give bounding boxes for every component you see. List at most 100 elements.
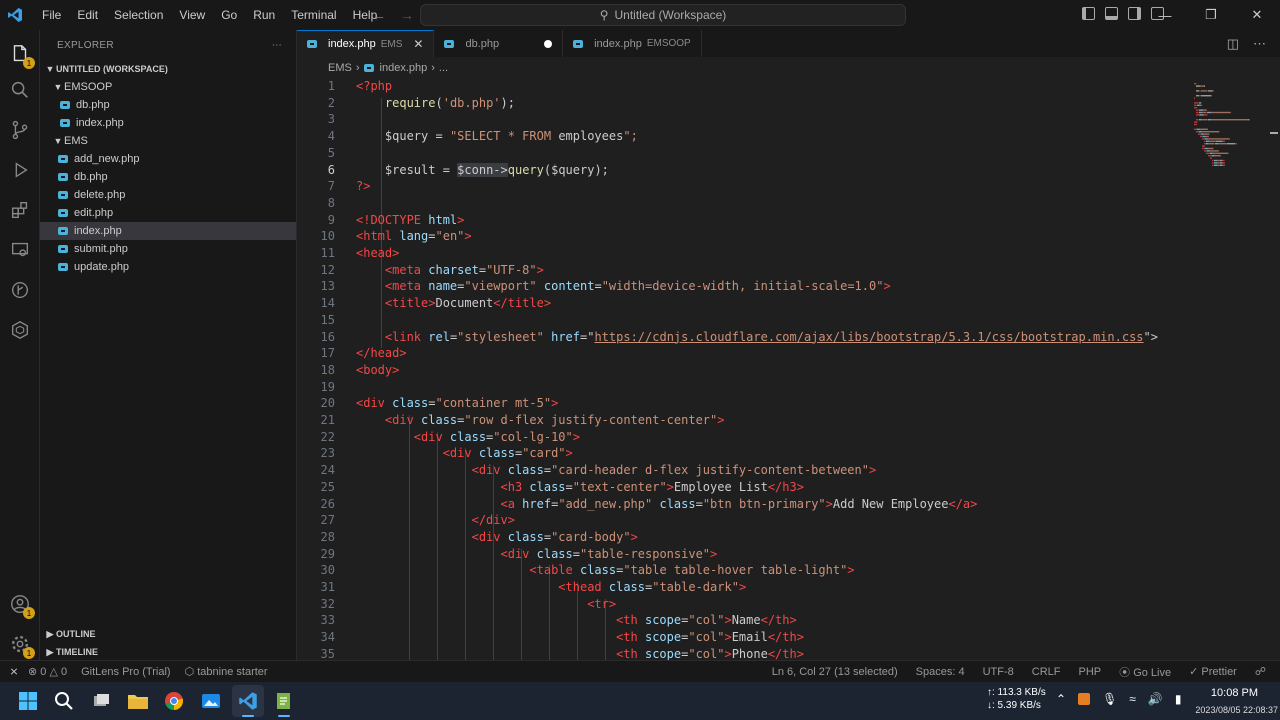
- code-line[interactable]: <meta name="viewport" content="width=dev…: [356, 279, 891, 293]
- remote-explorer-icon[interactable]: [8, 238, 32, 262]
- menu-item-selection[interactable]: Selection: [106, 8, 171, 22]
- toggle-panel-icon[interactable]: [1105, 7, 1118, 20]
- menu-item-edit[interactable]: Edit: [69, 8, 106, 22]
- code-line[interactable]: <th scope="col">Name</th>: [356, 613, 797, 627]
- chevron-up-icon[interactable]: ⌃: [1056, 692, 1066, 706]
- code-line[interactable]: ?>: [356, 179, 370, 193]
- tabnine-status[interactable]: ⬡ tabnine starter: [185, 665, 268, 678]
- code-line[interactable]: <body>: [356, 363, 399, 377]
- outline-section[interactable]: ▶ OUTLINE: [40, 625, 297, 643]
- toggle-secondary-sidebar-icon[interactable]: [1128, 7, 1141, 20]
- code-line[interactable]: <html lang="en">: [356, 229, 472, 243]
- gitlens-icon[interactable]: [8, 278, 32, 302]
- code-line[interactable]: <div class="card-header d-flex justify-c…: [356, 463, 877, 477]
- close-tab-icon[interactable]: ✕: [413, 37, 423, 51]
- breadcrumb-folder[interactable]: EMS: [328, 62, 352, 74]
- minimap[interactable]: [1192, 79, 1272, 199]
- code-line[interactable]: $result = $conn->query($query);: [356, 162, 609, 177]
- code-line[interactable]: <meta charset="UTF-8">: [356, 263, 544, 277]
- timeline-section[interactable]: ▶ TIMELINE: [40, 643, 297, 661]
- workspace-header[interactable]: ▼ UNTITLED (WORKSPACE): [40, 60, 296, 78]
- code-line[interactable]: $query = "SELECT * FROM employees";: [356, 129, 638, 143]
- close-window-icon[interactable]: ✕: [1234, 0, 1280, 30]
- toggle-primary-sidebar-icon[interactable]: [1082, 7, 1095, 20]
- photos-icon[interactable]: [195, 685, 227, 717]
- file-item[interactable]: add_new.php: [40, 150, 296, 168]
- windows-start-icon[interactable]: [12, 685, 44, 717]
- indentation[interactable]: Spaces: 4: [916, 666, 965, 678]
- code-line[interactable]: <div class="card">: [356, 446, 573, 460]
- microphone-icon[interactable]: 🎙: [1102, 692, 1117, 706]
- forward-arrow-icon[interactable]: →: [400, 7, 414, 23]
- code-line[interactable]: <tr>: [356, 597, 616, 611]
- code-line[interactable]: <title>Document</title>: [356, 296, 551, 310]
- language-mode[interactable]: PHP: [1079, 666, 1102, 678]
- code-line[interactable]: <div class="card-body">: [356, 530, 638, 544]
- end-of-line[interactable]: CRLF: [1032, 666, 1061, 678]
- search-view-icon[interactable]: [8, 78, 32, 102]
- prettier-button[interactable]: ✓ Prettier: [1189, 665, 1237, 678]
- accounts-icon[interactable]: 1: [8, 592, 35, 619]
- wifi-icon[interactable]: ≈: [1129, 692, 1136, 706]
- vscode-taskbar-icon[interactable]: [232, 685, 264, 717]
- tab-index-php[interactable]: index.php EMS ✕: [297, 30, 435, 57]
- clock[interactable]: 10:08 PM: [1211, 686, 1258, 700]
- vertical-scrollbar[interactable]: [1266, 79, 1280, 659]
- code-line[interactable]: <div class="col-lg-10">: [356, 430, 580, 444]
- file-explorer-icon[interactable]: [122, 685, 154, 717]
- file-item[interactable]: submit.php: [40, 240, 296, 258]
- menu-item-terminal[interactable]: Terminal: [283, 8, 344, 22]
- code-line[interactable]: <div class="row d-flex justify-content-c…: [356, 413, 725, 427]
- file-item[interactable]: edit.php: [40, 204, 296, 222]
- volume-icon[interactable]: 🔊: [1148, 692, 1163, 706]
- code-line[interactable]: <a href="add_new.php" class="btn btn-pri…: [356, 497, 977, 511]
- chrome-icon[interactable]: [158, 685, 190, 717]
- battery-icon[interactable]: ▮: [1175, 692, 1182, 706]
- restore-icon[interactable]: ❐: [1188, 0, 1234, 30]
- encoding[interactable]: UTF-8: [983, 666, 1014, 678]
- file-item[interactable]: update.php: [40, 258, 296, 276]
- tabnine-icon[interactable]: [8, 318, 32, 342]
- run-debug-icon[interactable]: [8, 158, 32, 182]
- remote-indicator-icon[interactable]: ⨯: [0, 661, 28, 683]
- code-line[interactable]: <div class="table-responsive">: [356, 547, 717, 561]
- code-line[interactable]: <link rel="stylesheet" href="https://cdn…: [356, 330, 1158, 344]
- file-item[interactable]: delete.php: [40, 186, 296, 204]
- cursor-position[interactable]: Ln 6, Col 27 (13 selected): [772, 666, 898, 678]
- taskbar-search-icon[interactable]: [48, 685, 80, 717]
- menu-item-run[interactable]: Run: [245, 8, 283, 22]
- code-line[interactable]: <!DOCTYPE html>: [356, 213, 464, 227]
- code-line[interactable]: <h3 class="text-center">Employee List</h…: [356, 480, 803, 494]
- notepadpp-icon[interactable]: [268, 685, 300, 717]
- file-item[interactable]: db.php: [40, 96, 296, 114]
- tab-index-php[interactable]: index.php EMSOOP: [563, 30, 702, 57]
- file-item[interactable]: index.php: [40, 222, 296, 240]
- problems-indicator[interactable]: ⊗ 0 △ 0: [28, 665, 67, 678]
- code-line[interactable]: <thead class="table-dark">: [356, 580, 746, 594]
- code-line[interactable]: <head>: [356, 246, 399, 260]
- code-line[interactable]: </div>: [356, 513, 515, 527]
- code-line[interactable]: <th scope="col">Phone</th>: [356, 647, 804, 661]
- breadcrumb-symbol[interactable]: ...: [439, 62, 448, 74]
- source-control-icon[interactable]: [8, 118, 32, 142]
- menu-item-go[interactable]: Go: [213, 8, 245, 22]
- task-view-icon[interactable]: [85, 685, 117, 717]
- menu-item-view[interactable]: View: [171, 8, 213, 22]
- minimize-icon[interactable]: —: [1142, 0, 1188, 30]
- extensions-icon[interactable]: [8, 198, 32, 222]
- code-line[interactable]: <th scope="col">Email</th>: [356, 630, 804, 644]
- go-live-button[interactable]: ⦿ Go Live: [1119, 664, 1171, 680]
- menu-item-file[interactable]: File: [34, 8, 69, 22]
- explorer-icon[interactable]: 1: [8, 42, 35, 69]
- folder-emsoop[interactable]: ▼ EMSOOP: [40, 78, 296, 96]
- tab-db-php[interactable]: db.php: [434, 30, 564, 57]
- gitlens-status[interactable]: GitLens Pro (Trial): [81, 666, 170, 678]
- code-line[interactable]: require('db.php');: [356, 96, 515, 110]
- breadcrumb-file[interactable]: index.php: [380, 62, 428, 74]
- code-line[interactable]: <div class="container mt-5">: [356, 396, 558, 410]
- more-actions-icon[interactable]: ⋯: [1253, 36, 1266, 52]
- folder-ems[interactable]: ▼ EMS: [40, 132, 296, 150]
- command-center[interactable]: ⚲ Untitled (Workspace): [420, 4, 906, 26]
- app-tray-icon[interactable]: [1078, 693, 1091, 705]
- back-arrow-icon[interactable]: ←: [372, 7, 386, 23]
